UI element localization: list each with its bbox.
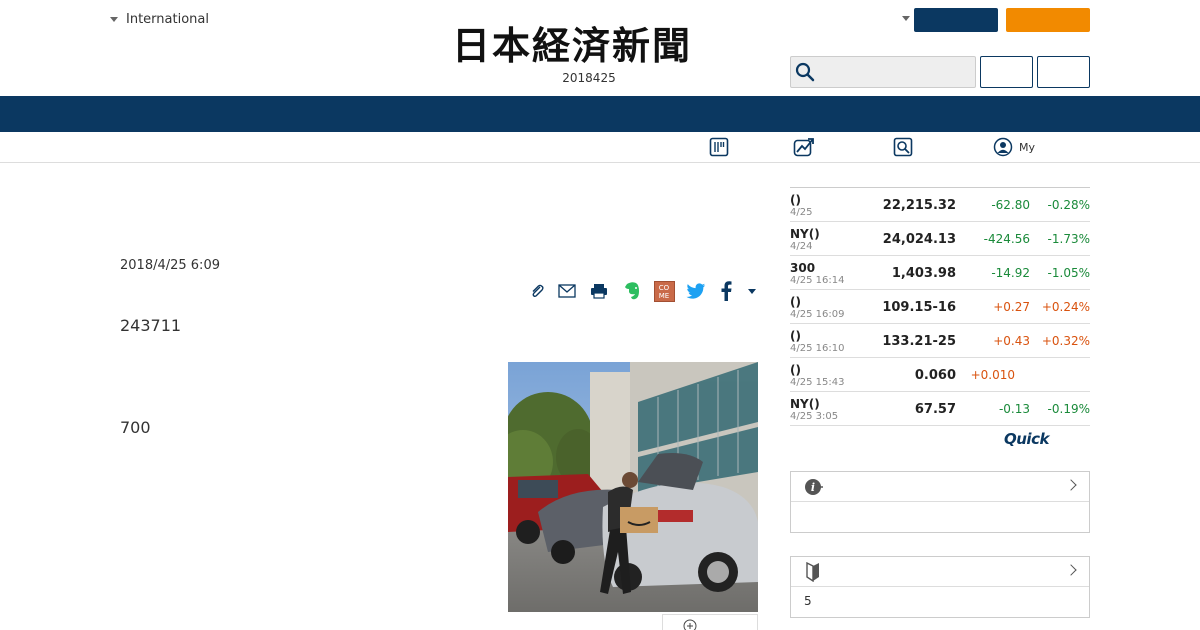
- facebook-icon: [721, 281, 732, 301]
- main-nav-bar: [0, 96, 1200, 132]
- info-icon: i: [805, 479, 823, 495]
- search-icon[interactable]: [795, 62, 815, 82]
- market-row[interactable]: 300 4/25 16:14 1,403.98 -14.92 -1.05%: [790, 256, 1090, 290]
- facebook-button[interactable]: [717, 280, 735, 302]
- edition-label: International: [126, 12, 209, 27]
- photo-zoom-tab[interactable]: [662, 614, 758, 630]
- chevron-right-icon: [1065, 479, 1077, 491]
- market-pct: -1.73%: [1047, 232, 1090, 246]
- market-table: () 4/25 22,215.32 -62.80 -0.28% NY() 4/2…: [790, 187, 1090, 426]
- beginner-panel-header[interactable]: [791, 557, 1089, 587]
- evernote-icon: [625, 282, 639, 300]
- market-change: -0.13: [998, 402, 1030, 416]
- market-value: 109.15-16: [882, 300, 956, 315]
- logo-text: 日本経済新聞: [452, 23, 693, 68]
- market-time: 4/25: [790, 207, 813, 218]
- search-input[interactable]: [790, 56, 976, 88]
- market-time: 4/25 16:14: [790, 275, 845, 286]
- clip-icon: [532, 284, 544, 298]
- market-name: (): [790, 363, 801, 377]
- subnav-markets[interactable]: [793, 136, 821, 158]
- market-name: (): [790, 193, 801, 207]
- market-name: 300: [790, 261, 816, 275]
- info-panel: i: [790, 471, 1090, 533]
- market-name: (): [790, 295, 801, 309]
- beginner-mark-icon: [806, 562, 819, 582]
- market-change: +0.43: [993, 334, 1030, 348]
- article-pubdate: 2018/4/25 6:09: [120, 258, 220, 273]
- market-time: 4/25 15:43: [790, 377, 845, 388]
- beginner-panel: 5: [790, 556, 1090, 618]
- comemo-icon: CO ME: [653, 280, 675, 302]
- market-name: NY(): [790, 397, 820, 411]
- market-pct: -0.28%: [1047, 198, 1090, 212]
- market-change: -62.80: [991, 198, 1030, 212]
- edition-selector[interactable]: International: [110, 12, 209, 27]
- market-row[interactable]: () 4/25 15:43 0.060 +0.010: [790, 358, 1090, 392]
- caret-down-icon: [110, 17, 118, 22]
- info-panel-header[interactable]: i: [791, 472, 1089, 502]
- market-row[interactable]: () 4/25 16:09 109.15-16 +0.27 +0.24%: [790, 290, 1090, 324]
- market-value: 67.57: [914, 402, 956, 417]
- more-caret-icon: [748, 288, 756, 294]
- comemo-button[interactable]: CO ME: [653, 280, 675, 302]
- article-paragraph: 700: [120, 418, 151, 437]
- zoom-plus-icon: [683, 619, 697, 630]
- search-news-icon: [893, 137, 913, 157]
- subnav-newspaper[interactable]: [709, 136, 735, 158]
- market-row[interactable]: NY() 4/25 3:05 67.57 -0.13 -0.19%: [790, 392, 1090, 426]
- print-button[interactable]: [589, 280, 609, 302]
- market-change: +0.27: [993, 300, 1030, 314]
- market-row[interactable]: () 4/25 22,215.32 -62.80 -0.28%: [790, 188, 1090, 222]
- subnav-label: My: [1019, 140, 1036, 154]
- market-time: 4/25 16:10: [790, 343, 845, 354]
- market-name: (): [790, 329, 801, 343]
- clip-button[interactable]: [527, 280, 547, 302]
- market-value: 133.21-25: [882, 334, 956, 349]
- header-date: 2018425: [562, 71, 616, 85]
- account-caret-icon[interactable]: [902, 16, 910, 21]
- market-pct: +0.24%: [1041, 300, 1090, 314]
- market-row[interactable]: NY() 4/24 24,024.13 -424.56 -1.73%: [790, 222, 1090, 256]
- market-pct: +0.32%: [1041, 334, 1090, 348]
- article-lead: 243711: [120, 316, 182, 335]
- market-value: 0.060: [914, 368, 956, 383]
- subnav-search[interactable]: [893, 136, 919, 158]
- chart-trend-icon: [793, 138, 814, 157]
- info-panel-body: [791, 502, 1089, 532]
- chevron-right-icon: [1065, 564, 1077, 576]
- quick-logo[interactable]: Quick: [1004, 430, 1049, 448]
- market-pct: -0.19%: [1047, 402, 1090, 416]
- market-change: +0.010: [970, 368, 1015, 382]
- market-time: 4/24: [790, 241, 813, 252]
- newspaper-icon: [709, 137, 729, 157]
- market-pct: -1.05%: [1047, 266, 1090, 280]
- market-name: NY(): [790, 227, 820, 241]
- market-value: 1,403.98: [891, 266, 956, 281]
- market-row[interactable]: () 4/25 16:10 133.21-25 +0.43 +0.32%: [790, 324, 1090, 358]
- login-button[interactable]: [914, 8, 998, 32]
- twitter-button[interactable]: [685, 280, 707, 302]
- subnav-my[interactable]: My: [993, 136, 1035, 158]
- site-logo[interactable]: 日本経済新聞: [452, 26, 748, 66]
- mail-button[interactable]: [557, 280, 577, 302]
- market-value: 24,024.13: [882, 232, 956, 247]
- market-time: 4/25 16:09: [790, 309, 845, 320]
- market-change: -424.56: [983, 232, 1030, 246]
- user-icon: [993, 137, 1013, 157]
- market-change: -14.92: [991, 266, 1030, 280]
- svg-text:i: i: [811, 481, 815, 494]
- subscribe-button[interactable]: [1006, 8, 1090, 32]
- mail-icon: [558, 284, 576, 298]
- beginner-panel-body: 5: [804, 594, 812, 608]
- share-more-button[interactable]: [745, 280, 759, 302]
- article-photo[interactable]: [508, 362, 758, 612]
- market-value: 22,215.32: [882, 198, 956, 213]
- search-button[interactable]: [980, 56, 1033, 88]
- twitter-icon: [686, 282, 706, 299]
- advanced-search-button[interactable]: [1037, 56, 1090, 88]
- evernote-button[interactable]: [621, 280, 643, 302]
- print-icon: [591, 284, 607, 299]
- market-time: 4/25 3:05: [790, 411, 839, 422]
